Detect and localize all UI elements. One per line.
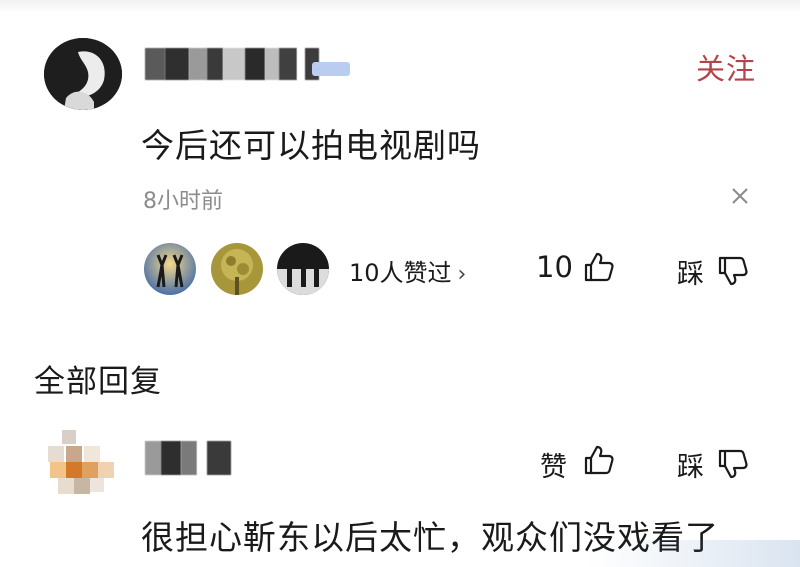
commenter-avatar[interactable] <box>44 38 122 110</box>
follow-button[interactable]: 关注 <box>696 46 756 88</box>
liker-avatar[interactable] <box>211 243 263 295</box>
close-icon[interactable] <box>727 183 753 209</box>
replies-section-title: 全部回复 <box>34 364 162 400</box>
reply-avatar[interactable] <box>44 428 122 502</box>
chevron-right-icon: › <box>457 262 467 287</box>
watermark <box>588 540 800 567</box>
reply-dislike-label[interactable]: 踩 <box>677 445 704 484</box>
comment-text: 今后还可以拍电视剧吗 <box>141 126 481 165</box>
liker-avatar[interactable] <box>144 243 196 295</box>
thumbs-down-icon[interactable] <box>716 447 750 481</box>
top-divider <box>0 0 800 14</box>
comment-detail-page: 关注 今后还可以拍电视剧吗 8小时前 10人赞过 › 10 踩 全部回复 赞 踩… <box>0 0 800 567</box>
reply-like-label[interactable]: 赞 <box>540 445 567 484</box>
user-level-badge <box>312 62 350 76</box>
like-count: 10 <box>536 250 573 284</box>
liker-avatar[interactable] <box>277 243 329 295</box>
username-pixelation <box>145 48 319 80</box>
thumbs-down-icon[interactable] <box>716 254 750 288</box>
likers-link[interactable]: 10人赞过 › <box>349 253 466 288</box>
reply-username-pixelation <box>145 441 231 475</box>
comment-timestamp: 8小时前 <box>143 189 223 214</box>
avatar-image <box>44 428 122 502</box>
dislike-label[interactable]: 踩 <box>677 252 704 291</box>
likers-label: 10人赞过 <box>349 259 452 287</box>
avatar-image <box>44 38 122 110</box>
thumbs-up-icon[interactable] <box>582 250 616 284</box>
thumbs-up-icon[interactable] <box>582 443 616 477</box>
